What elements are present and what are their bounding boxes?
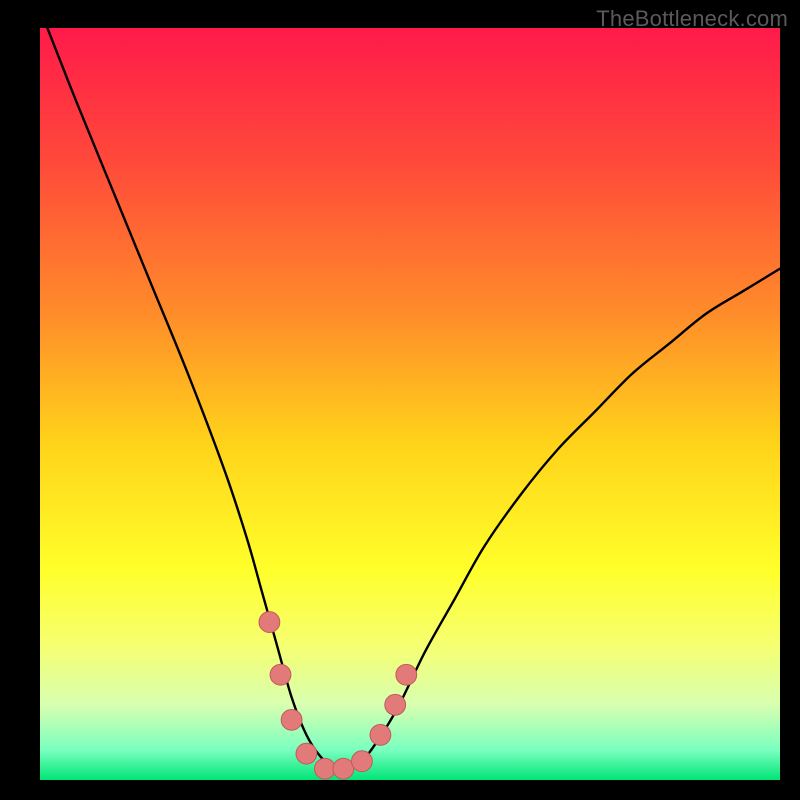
marker-point	[270, 664, 291, 685]
watermark-text: TheBottleneck.com	[596, 6, 788, 32]
marker-point	[385, 694, 406, 715]
marker-point	[296, 743, 317, 764]
marker-point	[281, 709, 302, 730]
marker-point	[396, 664, 417, 685]
marker-point	[370, 724, 391, 745]
marker-point	[333, 758, 354, 779]
bottleneck-chart	[0, 0, 800, 800]
chart-container: TheBottleneck.com	[0, 0, 800, 800]
marker-point	[352, 751, 373, 772]
marker-point	[315, 758, 336, 779]
marker-point	[259, 612, 280, 633]
